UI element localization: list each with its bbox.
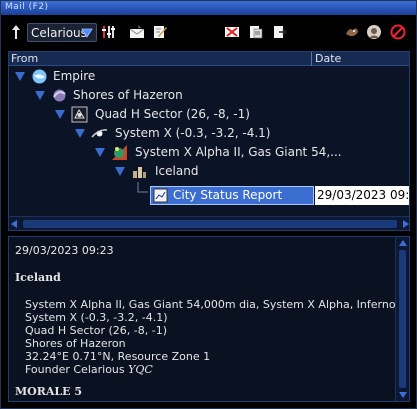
star-system-icon bbox=[91, 129, 108, 138]
tree-node-label: System X Alpha II, Gas Giant 54,... bbox=[135, 145, 342, 159]
message-founder: Founder Celarious YQC bbox=[25, 363, 389, 376]
expand-arrow-icon[interactable] bbox=[35, 91, 45, 100]
city-icon bbox=[133, 167, 146, 178]
empire-globe-icon bbox=[32, 69, 47, 84]
scroll-down-icon[interactable] bbox=[399, 392, 407, 398]
tree-header: From Date bbox=[9, 52, 409, 66]
expand-arrow-icon[interactable] bbox=[75, 129, 85, 138]
column-header-from[interactable]: From bbox=[11, 52, 38, 65]
scroll-thumb[interactable] bbox=[399, 250, 406, 388]
planet-icon bbox=[112, 145, 127, 160]
scroll-right-icon[interactable] bbox=[403, 220, 409, 228]
expand-arrow-icon[interactable] bbox=[15, 72, 25, 81]
tree-node-label: Iceland bbox=[155, 164, 199, 178]
message-line: System X (-0.3, -3.2, -4.1) bbox=[25, 311, 168, 324]
message-morale: MORALE 5 bbox=[15, 385, 83, 398]
column-header-date[interactable]: Date bbox=[315, 52, 341, 65]
empire-select-value: Celarious bbox=[31, 26, 87, 40]
expand-arrow-icon[interactable] bbox=[95, 148, 105, 157]
mail-window: Mail (F2) Celarious From Date Empire Sho… bbox=[0, 0, 417, 409]
report-label: City Status Report bbox=[173, 188, 283, 202]
tree-connector bbox=[137, 182, 148, 193]
avatar-icon[interactable] bbox=[365, 23, 383, 41]
scroll-up-icon[interactable] bbox=[399, 240, 407, 246]
expand-arrow-icon[interactable] bbox=[55, 110, 65, 119]
message-line: Shores of Hazeron bbox=[25, 337, 126, 350]
tree-node-label: System X (-0.3, -3.2, -4.1) bbox=[115, 126, 271, 140]
tree-row-city[interactable]: Iceland bbox=[9, 163, 309, 182]
up-arrow-icon[interactable] bbox=[7, 23, 25, 41]
founder-text: Founder Celarious bbox=[25, 363, 125, 376]
report-date: 29/03/2023 09:23 bbox=[315, 186, 409, 205]
close-circle-icon[interactable] bbox=[389, 23, 407, 41]
sort-icon[interactable] bbox=[100, 23, 118, 41]
message-vertical-scrollbar[interactable] bbox=[395, 237, 409, 401]
tree-node-label: Shores of Hazeron bbox=[73, 88, 183, 102]
tree-row-sector[interactable]: Quad H Sector (26, -8, -1) bbox=[9, 106, 309, 125]
galaxy-icon bbox=[53, 89, 66, 102]
message-line: System X Alpha II, Gas Giant 54,000m dia… bbox=[25, 298, 410, 311]
toolbar: Celarious bbox=[1, 17, 416, 47]
message-view[interactable]: 29/03/2023 09:23 Iceland System X Alpha … bbox=[8, 236, 410, 402]
founder-tag: YQC bbox=[128, 363, 153, 376]
report-icon bbox=[153, 188, 168, 203]
delete-icon[interactable] bbox=[223, 23, 241, 41]
tree-horizontal-scrollbar[interactable] bbox=[9, 216, 409, 230]
mail-tree[interactable]: From Date Empire Shores of Hazeron Quad … bbox=[8, 51, 410, 231]
scroll-left-icon[interactable] bbox=[11, 220, 17, 228]
column-divider[interactable] bbox=[311, 52, 312, 66]
message-date: 29/03/2023 09:23 bbox=[15, 244, 114, 257]
tree-row-system[interactable]: System X (-0.3, -3.2, -4.1) bbox=[9, 125, 309, 144]
compose-icon[interactable] bbox=[151, 23, 169, 41]
message-line: 32.24°E 0.71°N, Resource Zone 1 bbox=[25, 350, 211, 363]
message-location-lines: System X Alpha II, Gas Giant 54,000m dia… bbox=[15, 298, 410, 376]
title-bar[interactable]: Mail (F2) bbox=[1, 1, 416, 15]
scroll-thumb[interactable] bbox=[23, 220, 397, 228]
window-title: Mail (F2) bbox=[5, 2, 49, 12]
tree-row-empire[interactable]: Empire bbox=[9, 68, 309, 87]
tree-node-label: Quad H Sector (26, -8, -1) bbox=[95, 107, 250, 121]
chevron-down-icon bbox=[81, 28, 93, 38]
envelope-icon[interactable] bbox=[128, 23, 146, 41]
tree-row-planet[interactable]: System X Alpha II, Gas Giant 54,... bbox=[9, 144, 342, 163]
tree-row-galaxy[interactable]: Shores of Hazeron bbox=[9, 87, 309, 106]
expand-arrow-icon[interactable] bbox=[115, 167, 125, 176]
sector-icon bbox=[71, 106, 88, 123]
empire-select[interactable]: Celarious bbox=[27, 23, 97, 42]
message-line: Quad H Sector (26, -8, -1) bbox=[25, 324, 167, 337]
creature-icon[interactable] bbox=[343, 23, 361, 41]
tree-node-label: Empire bbox=[53, 69, 96, 83]
message-place: Iceland bbox=[15, 271, 61, 284]
copy-icon[interactable] bbox=[247, 23, 265, 41]
tree-row-report-selected[interactable]: City Status Report bbox=[150, 186, 314, 205]
message-body: 29/03/2023 09:23 Iceland System X Alpha … bbox=[15, 244, 410, 398]
export-icon[interactable] bbox=[271, 23, 289, 41]
